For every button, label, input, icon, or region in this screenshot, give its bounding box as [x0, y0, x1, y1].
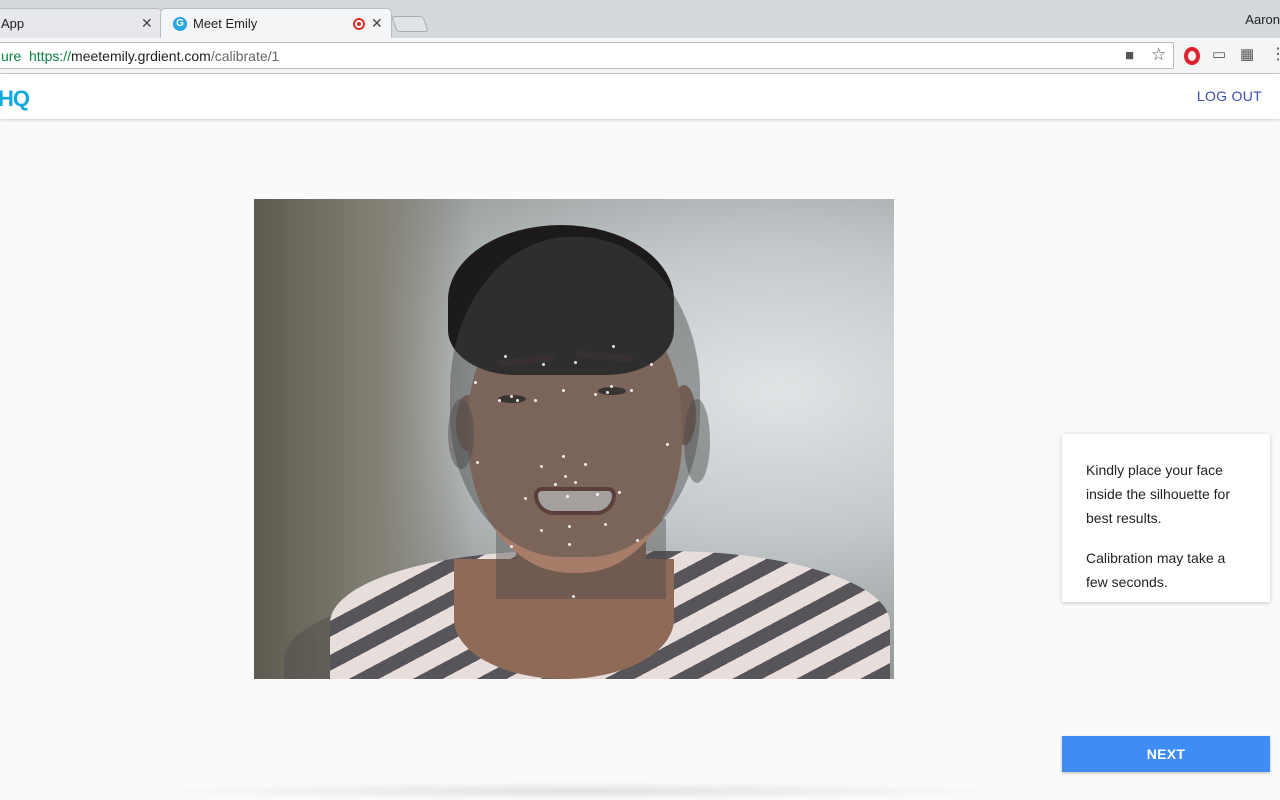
- landmark-dot: [534, 399, 537, 402]
- tab-title: Meet Emily: [193, 16, 258, 31]
- landmark-dot: [540, 465, 543, 468]
- landmark-dot: [568, 543, 571, 546]
- app-header: HQ LOG OUT: [0, 74, 1280, 119]
- landmark-dot: [510, 545, 513, 548]
- close-icon[interactable]: ✕: [371, 15, 383, 32]
- landmark-dot: [612, 345, 615, 348]
- landmark-dot: [572, 595, 575, 598]
- landmark-dot: [636, 539, 639, 542]
- extension-icon[interactable]: ▦: [1240, 47, 1254, 63]
- url-text[interactable]: https://meetemily.grdient.com/calibrate/…: [29, 48, 279, 64]
- recording-icon: [353, 18, 365, 30]
- grdient-favicon-icon: G: [173, 17, 187, 31]
- close-icon[interactable]: ✕: [141, 15, 153, 32]
- landmark-dot: [574, 361, 577, 364]
- instruction-text: Calibration may take a few seconds.: [1086, 550, 1226, 590]
- landmark-dot: [630, 389, 633, 392]
- menu-icon[interactable]: ⋮: [1270, 47, 1280, 63]
- landmark-dot: [562, 389, 565, 392]
- landmark-dot: [542, 363, 545, 366]
- landmark-dot: [594, 393, 597, 396]
- landmark-dot: [564, 475, 567, 478]
- next-button[interactable]: NEXT: [1062, 736, 1270, 772]
- opera-icon[interactable]: [1184, 47, 1200, 65]
- url-host: meetemily.grdient.com: [71, 48, 211, 64]
- new-tab-button[interactable]: [391, 16, 429, 32]
- landmark-dot: [618, 491, 621, 494]
- webcam-preview: [254, 199, 894, 679]
- landmark-dot: [650, 363, 653, 366]
- landmark-dot: [510, 395, 513, 398]
- cast-icon[interactable]: ▭: [1212, 47, 1226, 63]
- landmark-dot: [524, 497, 527, 500]
- landmark-dot: [554, 483, 557, 486]
- landmark-dot: [568, 525, 571, 528]
- landmark-dot: [504, 355, 507, 358]
- tab-title: App: [1, 16, 25, 31]
- camera-icon[interactable]: ■: [1125, 48, 1134, 64]
- landmark-dot: [574, 481, 577, 484]
- star-icon[interactable]: ☆: [1151, 46, 1166, 63]
- profile-name[interactable]: Aaron: [1245, 12, 1280, 27]
- landmark-dot: [516, 399, 519, 402]
- browser-tab-meet-emily[interactable]: G Meet Emily ✕: [160, 8, 392, 38]
- address-bar[interactable]: ure https://meetemily.grdient.com/calibr…: [0, 42, 1174, 69]
- face-silhouette-overlay: [450, 237, 700, 557]
- landmark-dot: [606, 391, 609, 394]
- instruction-card: Kindly place your face inside the silhou…: [1062, 434, 1270, 602]
- landmark-dot: [562, 455, 565, 458]
- landmark-dot: [604, 523, 607, 526]
- logo[interactable]: HQ: [0, 86, 30, 112]
- browser-tab-strip: App ✕ G Meet Emily ✕ Aaron: [0, 0, 1280, 38]
- landmark-dot: [566, 495, 569, 498]
- landmark-dot: [498, 399, 501, 402]
- landmark-dot: [666, 443, 669, 446]
- landmark-dot: [474, 381, 477, 384]
- landmark-dot: [610, 385, 613, 388]
- browser-toolbar: ure https://meetemily.grdient.com/calibr…: [0, 38, 1280, 74]
- url-protocol: https://: [29, 48, 72, 64]
- landmark-dot: [584, 463, 587, 466]
- url-path: /calibrate/1: [210, 48, 280, 64]
- landmark-dot: [596, 493, 599, 496]
- landmark-dot: [540, 529, 543, 532]
- logout-button[interactable]: LOG OUT: [1197, 88, 1262, 104]
- browser-tab-app[interactable]: App ✕: [0, 8, 162, 38]
- secure-label: ure: [1, 48, 22, 64]
- landmark-dot: [476, 461, 479, 464]
- instruction-text: Kindly place your face inside the silhou…: [1086, 462, 1230, 526]
